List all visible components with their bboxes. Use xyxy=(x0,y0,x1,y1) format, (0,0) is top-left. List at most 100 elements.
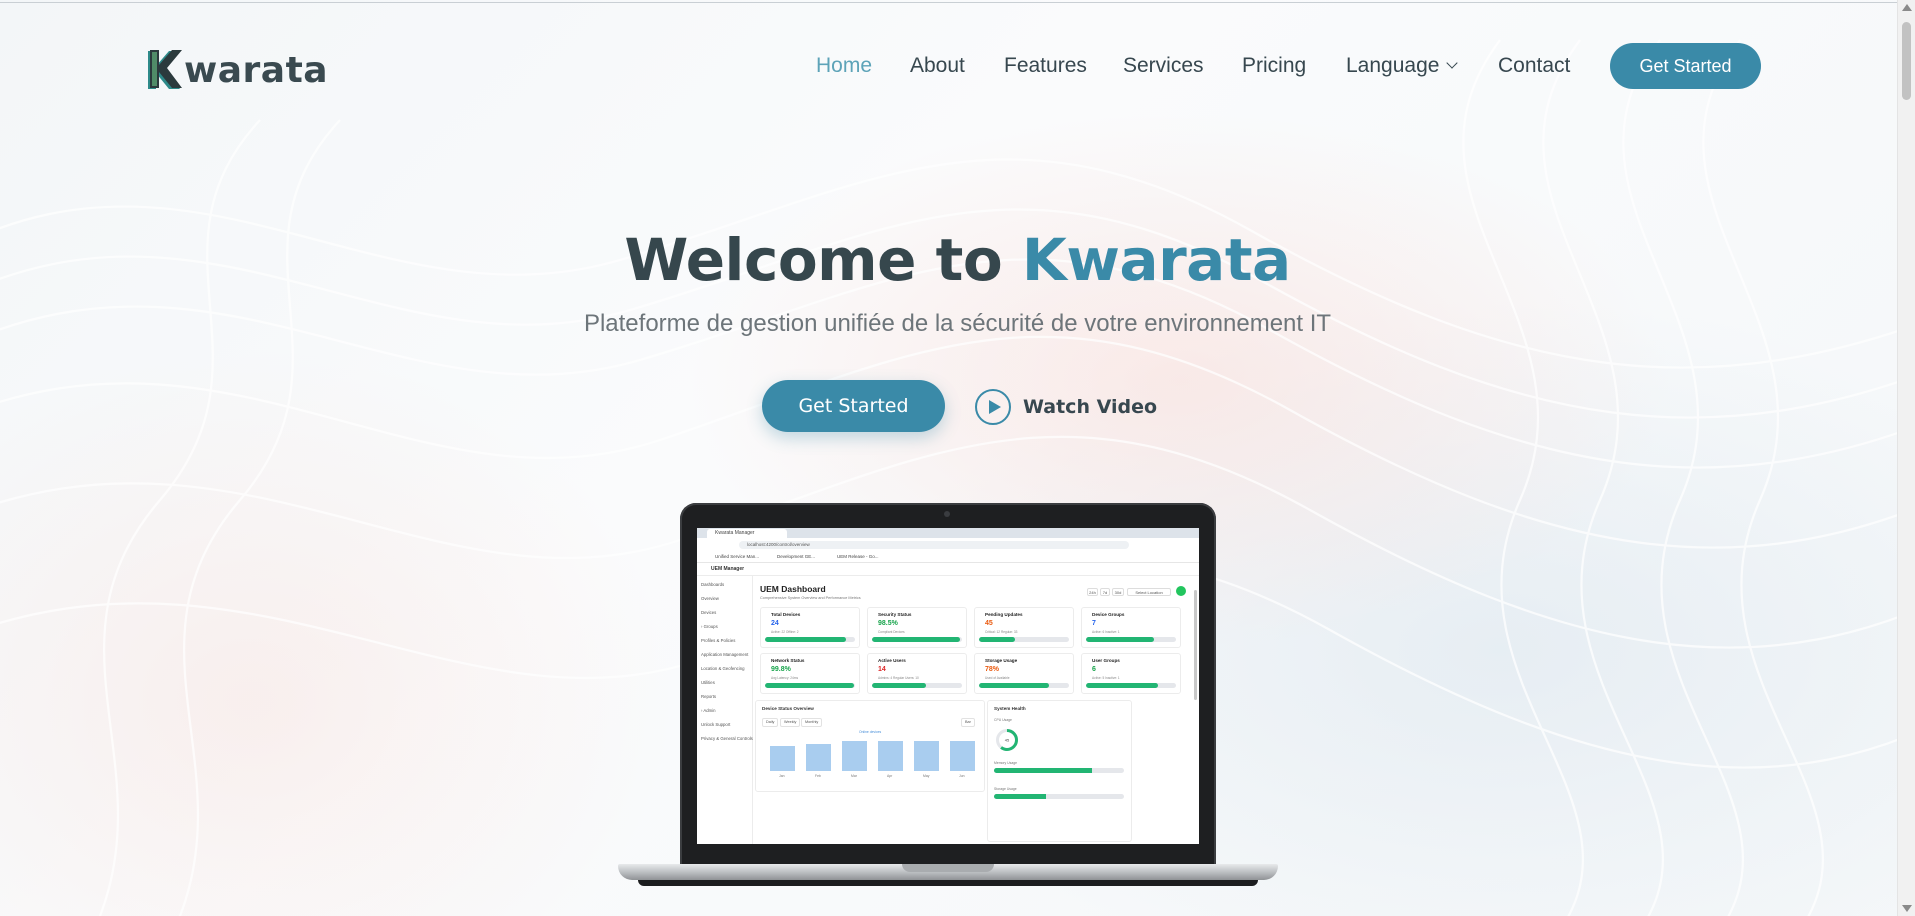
chart-legend: Online devices xyxy=(859,730,882,734)
stat-card-value: 24 xyxy=(771,620,779,627)
stat-card-sub: Active: 5 Inactive: 1 xyxy=(1092,676,1120,680)
stat-card-progress-fill xyxy=(979,637,1015,642)
kwarata-logo[interactable]: warata xyxy=(147,44,329,91)
chart-x-label: Mar xyxy=(851,774,857,778)
sidebar-item: › Admin xyxy=(701,708,716,713)
stat-card-progress xyxy=(872,683,962,688)
hero-title-prefix: Welcome to xyxy=(624,226,1022,294)
header-get-started-button[interactable]: Get Started xyxy=(1610,43,1761,89)
sidebar-item: › Groups xyxy=(701,624,718,629)
hero-title-accent: Kwarata xyxy=(1021,226,1291,294)
memory-usage-bar xyxy=(994,768,1124,773)
sidebar-item: Unlock Support xyxy=(701,722,731,727)
stat-card: Device Groups 7 Active: 6 Inactive: 1 xyxy=(1081,607,1181,648)
stat-card-progress xyxy=(765,637,855,642)
app-sidebar: Dashboards Overview Devices › Groups Pro… xyxy=(697,576,753,844)
scroll-down-arrow-icon[interactable] xyxy=(1902,905,1912,912)
watch-video-button[interactable]: Watch Video xyxy=(975,386,1157,428)
stat-card-value: 7 xyxy=(1092,620,1096,627)
logo-k-mark xyxy=(147,48,182,90)
chart-x-label: Feb xyxy=(815,774,821,778)
laptop-notch xyxy=(902,864,994,872)
storage-usage-bar xyxy=(994,794,1124,799)
device-status-title: Device Status Overview xyxy=(762,706,814,711)
stat-card-progress-fill xyxy=(979,683,1050,688)
sidebar-item: Profiles & Policies xyxy=(701,638,736,643)
page-scrollbar[interactable] xyxy=(1897,0,1915,916)
scroll-thumb[interactable] xyxy=(1902,22,1911,100)
bookmarks-bar: Unified Service Man... Development GE...… xyxy=(697,552,1199,563)
stat-card-value: 78% xyxy=(985,666,1000,673)
bookmark-item: Unified Service Man... xyxy=(715,554,760,559)
browser-addressbar: localhost:4200/control/overview xyxy=(697,538,1199,552)
bookmark-item: Development GE... xyxy=(777,554,816,559)
sidebar-item: Reports xyxy=(701,694,717,699)
stat-card-progress xyxy=(979,637,1069,642)
stat-card-progress xyxy=(1086,683,1176,688)
stat-card-title: Total Devices xyxy=(771,612,801,617)
scroll-up-arrow-icon[interactable] xyxy=(1902,4,1912,11)
stat-card-sub: Avg Latency: 24ms xyxy=(771,676,799,680)
nav-language-dropdown[interactable]: Language xyxy=(1346,54,1459,78)
bookmark-item: UEM Release - Go... xyxy=(837,554,879,559)
stat-card: Security Status 98.5% Compliant Devices xyxy=(867,607,967,648)
stat-card: Network Status 99.8% Avg Latency: 24ms xyxy=(760,653,860,694)
dashboard-subtitle: Comprehensive System Overview and Perfor… xyxy=(760,596,861,600)
window-top-border xyxy=(0,2,1915,3)
device-status-panel: Device Status Overview Daily Weekly Mont… xyxy=(755,700,985,792)
dashboard-screenshot: Kwarata Manager localhost:4200/control/o… xyxy=(697,528,1199,844)
stat-card-progress xyxy=(979,683,1069,688)
logo-wordmark: warata xyxy=(184,50,329,91)
stat-card: Pending Updates 45 Critical: 12 Regular: 3… xyxy=(974,607,1074,648)
cpu-usage-label: CPU Usage xyxy=(994,718,1012,722)
dashboard-title: UEM Dashboard xyxy=(760,584,826,594)
watch-video-label: Watch Video xyxy=(1023,396,1158,418)
sidebar-item: Application Management xyxy=(701,652,749,657)
stat-card-sub: Critical: 12 Regular: 33 xyxy=(985,630,1018,634)
memory-usage-label: Memory Usage xyxy=(994,761,1017,765)
stat-card: Storage Usage 78% Used of Available xyxy=(974,653,1074,694)
stat-card-title: User Groups xyxy=(1092,658,1120,663)
sidebar-item: Utilities xyxy=(701,680,715,685)
range-24h: 24h xyxy=(1087,588,1098,596)
stat-card-progress xyxy=(765,683,855,688)
stat-card-progress-fill xyxy=(872,683,926,688)
sidebar-item: Privacy & General Controls xyxy=(701,736,753,741)
range-30d: 30d xyxy=(1112,588,1124,596)
laptop-foot xyxy=(638,880,1258,886)
hero-get-started-button[interactable]: Get Started xyxy=(762,380,945,432)
stat-card-title: Pending Updates xyxy=(985,612,1023,617)
browser-tab: Kwarata Manager xyxy=(707,529,787,538)
nav-features[interactable]: Features xyxy=(1004,54,1087,78)
cpu-value: 45 xyxy=(1005,738,1010,743)
stat-card-sub: Compliant Devices xyxy=(878,630,905,634)
chart-bar xyxy=(914,741,939,771)
chevron-down-icon xyxy=(1446,57,1459,69)
chart-x-label: Jan xyxy=(779,774,785,778)
stat-card-title: Active Users xyxy=(878,658,906,663)
system-health-title: System Health xyxy=(994,706,1026,711)
stat-card-title: Storage Usage xyxy=(985,658,1018,663)
laptop-mockup: Kwarata Manager localhost:4200/control/o… xyxy=(618,503,1278,891)
stat-card-title: Security Status xyxy=(878,612,912,617)
chart-x-label: May xyxy=(923,774,930,778)
nav-pricing[interactable]: Pricing xyxy=(1242,54,1306,78)
play-icon xyxy=(975,389,1011,425)
browser-tabbar: Kwarata Manager xyxy=(697,528,1199,538)
nav-about[interactable]: About xyxy=(910,54,965,78)
nav-services[interactable]: Services xyxy=(1123,54,1204,78)
stat-card: Total Devices 24 Active: 22 Offline: 2 xyxy=(760,607,860,648)
cpu-gauge: 45 xyxy=(996,729,1018,751)
stat-card-progress-fill xyxy=(872,637,961,642)
nav-contact[interactable]: Contact xyxy=(1498,54,1570,78)
hero-title: Welcome to Kwarata xyxy=(0,226,1915,294)
chart-bar xyxy=(950,741,975,771)
chart-bar xyxy=(878,741,903,771)
app-header: UEM Manager xyxy=(697,563,1199,576)
sidebar-item: Devices xyxy=(701,610,717,615)
stat-card-progress-fill xyxy=(765,637,846,642)
nav-home[interactable]: Home xyxy=(816,54,872,78)
chart-tab-daily: Daily xyxy=(762,718,779,727)
nav-language-label: Language xyxy=(1346,54,1440,77)
stat-card-progress-fill xyxy=(1086,637,1154,642)
